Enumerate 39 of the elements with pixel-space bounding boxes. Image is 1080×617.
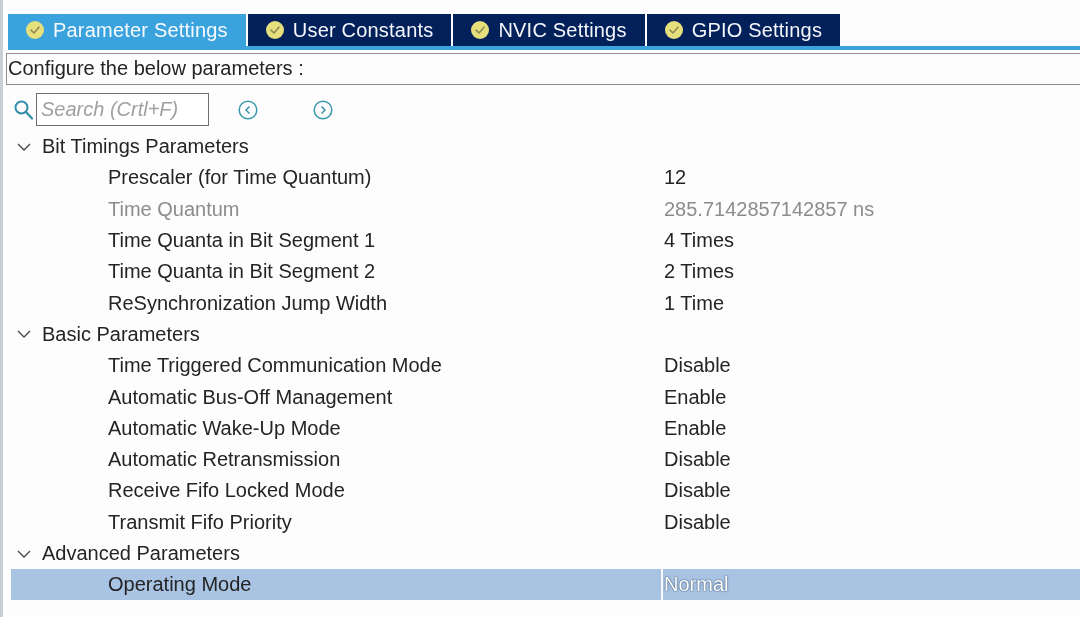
parameter-label: Automatic Bus-Off Management (108, 385, 393, 408)
check-circle-icon (265, 21, 284, 39)
parameter-label: Receive Fifo Locked Mode (108, 479, 345, 502)
chevron-left-circle-icon[interactable] (238, 99, 258, 120)
group-label[interactable]: Advanced Parameters (42, 542, 240, 565)
parameter-label: Time Triggered Communication Mode (108, 354, 442, 377)
parameter-value[interactable]: Disable (661, 354, 731, 378)
parameter-label: Time Quanta in Bit Segment 1 (108, 229, 376, 252)
search-field[interactable]: Search (Crtl+F) (36, 93, 209, 126)
parameter-value: 285.7142857142857 ns (663, 197, 875, 221)
parameter-label: Time Quanta in Bit Segment 2 (108, 260, 376, 283)
parameter-value[interactable]: 2 Times (661, 260, 735, 284)
parameter-value[interactable]: Enable (661, 385, 727, 409)
parameter-value[interactable]: Disable (661, 510, 731, 534)
parameter-value[interactable]: 12 (661, 166, 687, 190)
parameter-label: Automatic Wake-Up Mode (108, 416, 341, 439)
parameter-value[interactable]: 1 Time (661, 291, 725, 315)
search-icon (14, 99, 33, 120)
tab[interactable]: User Constants (247, 14, 452, 46)
description-panel: Configure the below parameters : (6, 53, 1080, 85)
parameter-row[interactable]: Operating Mode Normal (11, 569, 1080, 601)
parameter-value[interactable]: Disable (661, 448, 731, 472)
group-label[interactable]: Bit Timings Parameters (42, 135, 249, 159)
parameter-label: Time Quantum (108, 197, 240, 220)
check-circle-icon (26, 21, 44, 39)
parameter-value[interactable]: 4 Times (661, 229, 735, 253)
tab[interactable]: NVIC Settings (453, 14, 645, 46)
parameter-label: Transmit Fifo Priority (108, 510, 292, 533)
group-label[interactable]: Basic Parameters (42, 322, 200, 346)
parameter-label: ReSynchronization Jump Width (108, 291, 387, 314)
parameter-label: Prescaler (for Time Quantum) (108, 166, 372, 189)
parameter-value[interactable]: Enable (661, 416, 727, 440)
parameter-label: Operating Mode (108, 573, 252, 596)
parameter-label: Automatic Retransmission (108, 448, 341, 471)
tab[interactable]: GPIO Settings (646, 14, 841, 46)
parameter-value[interactable]: Disable (661, 479, 731, 503)
check-circle-icon (471, 21, 490, 39)
chevron-right-circle-icon[interactable] (313, 99, 333, 120)
check-circle-icon (664, 21, 683, 39)
